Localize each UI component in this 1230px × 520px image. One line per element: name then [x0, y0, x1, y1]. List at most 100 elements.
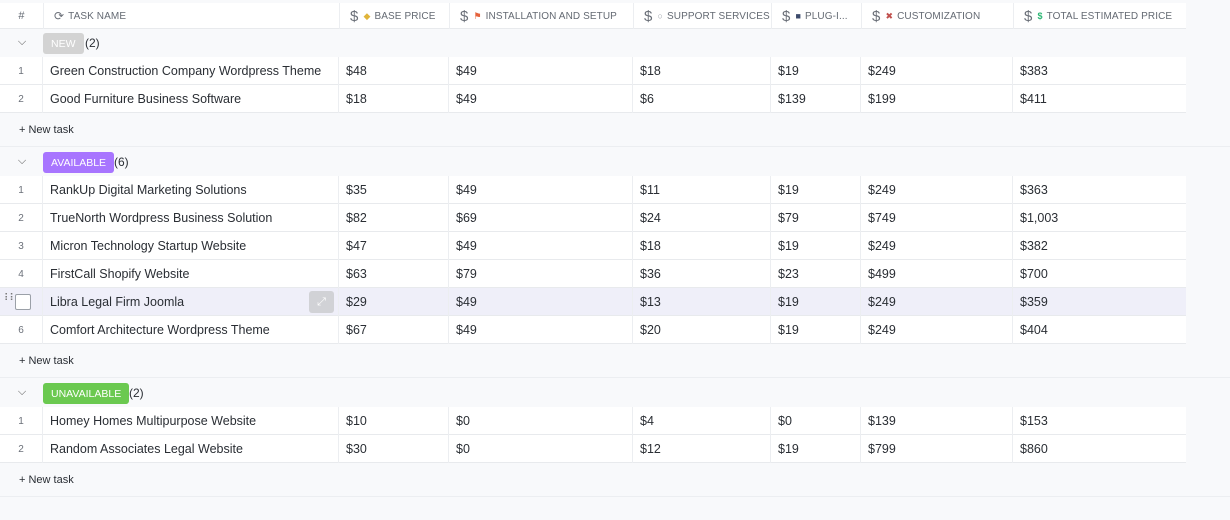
- column-header-plugin[interactable]: $ ■ PLUG-I...: [771, 3, 861, 29]
- base-price-cell[interactable]: $48: [339, 57, 449, 85]
- expand-icon[interactable]: ⤢: [309, 291, 334, 313]
- support-cell[interactable]: $20: [633, 316, 771, 344]
- currency-icon: $: [644, 7, 653, 25]
- column-header-task-name[interactable]: ⟳ TASK NAME: [43, 3, 339, 29]
- customization-cell[interactable]: $249: [861, 288, 1013, 316]
- customization-cell[interactable]: $199: [861, 85, 1013, 113]
- plugin-cell[interactable]: $0: [771, 407, 861, 435]
- task-name[interactable]: RankUp Digital Marketing Solutions: [43, 176, 339, 204]
- installation-cell[interactable]: $0: [449, 407, 633, 435]
- table-row[interactable]: 1 Homey Homes Multipurpose Website $10 $…: [0, 407, 1186, 435]
- row-number: 1: [0, 407, 43, 435]
- installation-cell[interactable]: $49: [449, 57, 633, 85]
- task-name[interactable]: Random Associates Legal Website: [43, 435, 339, 463]
- installation-cell[interactable]: $69: [449, 204, 633, 232]
- table-row[interactable]: 1 RankUp Digital Marketing Solutions $35…: [0, 176, 1186, 204]
- customization-cell[interactable]: $749: [861, 204, 1013, 232]
- table-row-hovered[interactable]: ⠇⠇ Libra Legal Firm Joomla ⤢ $29 $49 $13…: [0, 288, 1186, 316]
- customization-cell[interactable]: $799: [861, 435, 1013, 463]
- support-cell[interactable]: $12: [633, 435, 771, 463]
- installation-cell[interactable]: $49: [449, 288, 633, 316]
- task-name[interactable]: FirstCall Shopify Website: [43, 260, 339, 288]
- support-cell[interactable]: $36: [633, 260, 771, 288]
- new-task-button[interactable]: + New task: [0, 344, 1230, 378]
- installation-cell[interactable]: $49: [449, 232, 633, 260]
- new-task-button[interactable]: + New task: [0, 463, 1230, 497]
- plugin-cell[interactable]: $19: [771, 288, 861, 316]
- column-header-support[interactable]: $ ○ SUPPORT SERVICES: [633, 3, 771, 29]
- installation-cell[interactable]: $49: [449, 176, 633, 204]
- row-number: ⠇⠇: [0, 288, 43, 316]
- customization-cell[interactable]: $139: [861, 407, 1013, 435]
- support-cell[interactable]: $13: [633, 288, 771, 316]
- plugin-cell[interactable]: $19: [771, 57, 861, 85]
- column-header-installation[interactable]: $ ⚑ INSTALLATION AND SETUP: [449, 3, 633, 29]
- table-row[interactable]: 6 Comfort Architecture Wordpress Theme $…: [0, 316, 1186, 344]
- base-price-cell[interactable]: $35: [339, 176, 449, 204]
- plugin-cell[interactable]: $19: [771, 232, 861, 260]
- base-price-cell[interactable]: $82: [339, 204, 449, 232]
- chevron-down-icon[interactable]: ⌵: [14, 153, 30, 169]
- plugin-cell[interactable]: $19: [771, 435, 861, 463]
- total-cell: $700: [1020, 267, 1048, 281]
- total-cell: $404: [1020, 323, 1048, 337]
- base-price-cell[interactable]: $29: [339, 288, 449, 316]
- support-cell[interactable]: $18: [633, 57, 771, 85]
- support-cell[interactable]: $24: [633, 204, 771, 232]
- customization-cell[interactable]: $249: [861, 316, 1013, 344]
- row-number: 2: [0, 204, 43, 232]
- column-header-customization[interactable]: $ ✖ CUSTOMIZATION: [861, 3, 1013, 29]
- chevron-down-icon[interactable]: ⌵: [14, 384, 30, 400]
- installation-cell[interactable]: $49: [449, 85, 633, 113]
- tag-icon: ◆: [363, 10, 371, 21]
- task-name[interactable]: Good Furniture Business Software: [43, 85, 339, 113]
- table-row[interactable]: 2 Random Associates Legal Website $30 $0…: [0, 435, 1186, 463]
- customization-cell[interactable]: $249: [861, 176, 1013, 204]
- column-header-base-price[interactable]: $ ◆ BASE PRICE: [339, 3, 449, 29]
- plugin-cell[interactable]: $23: [771, 260, 861, 288]
- installation-cell[interactable]: $0: [449, 435, 633, 463]
- table-row[interactable]: 4 FirstCall Shopify Website $63 $79 $36 …: [0, 260, 1186, 288]
- plugin-cell[interactable]: $19: [771, 316, 861, 344]
- base-price-cell[interactable]: $10: [339, 407, 449, 435]
- task-name[interactable]: Libra Legal Firm Joomla: [43, 288, 339, 316]
- base-price-cell[interactable]: $47: [339, 232, 449, 260]
- plugin-cell[interactable]: $79: [771, 204, 861, 232]
- group-header-available: ⌵ AVAILABLE (6): [0, 148, 1186, 176]
- customization-cell[interactable]: $249: [861, 232, 1013, 260]
- installation-cell[interactable]: $49: [449, 316, 633, 344]
- status-badge-unavailable[interactable]: UNAVAILABLE: [43, 383, 130, 404]
- task-name[interactable]: Homey Homes Multipurpose Website: [43, 407, 339, 435]
- row-checkbox[interactable]: [15, 294, 31, 310]
- task-name[interactable]: Comfort Architecture Wordpress Theme: [43, 316, 339, 344]
- plugin-cell[interactable]: $139: [771, 85, 861, 113]
- installation-cell[interactable]: $79: [449, 260, 633, 288]
- support-cell[interactable]: $18: [633, 232, 771, 260]
- column-header-total[interactable]: $ $ TOTAL ESTIMATED PRICE: [1013, 3, 1186, 29]
- row-number: 2: [0, 435, 43, 463]
- base-price-cell[interactable]: $18: [339, 85, 449, 113]
- currency-icon: $: [460, 7, 469, 25]
- base-price-cell[interactable]: $63: [339, 260, 449, 288]
- table-row[interactable]: 2 TrueNorth Wordpress Business Solution …: [0, 204, 1186, 232]
- table-row[interactable]: 3 Micron Technology Startup Website $47 …: [0, 232, 1186, 260]
- support-cell[interactable]: $4: [633, 407, 771, 435]
- table-row[interactable]: 1 Green Construction Company Wordpress T…: [0, 57, 1186, 85]
- currency-icon: $: [350, 7, 359, 25]
- base-price-cell[interactable]: $30: [339, 435, 449, 463]
- table-row[interactable]: 2 Good Furniture Business Software $18 $…: [0, 85, 1186, 113]
- status-badge-available[interactable]: AVAILABLE: [43, 152, 115, 173]
- customization-cell[interactable]: $249: [861, 57, 1013, 85]
- chevron-down-icon[interactable]: ⌵: [14, 34, 30, 50]
- support-cell[interactable]: $11: [633, 176, 771, 204]
- task-name[interactable]: TrueNorth Wordpress Business Solution: [43, 204, 339, 232]
- new-task-button[interactable]: + New task: [0, 113, 1230, 147]
- status-badge-new[interactable]: NEW: [43, 33, 84, 54]
- support-cell[interactable]: $6: [633, 85, 771, 113]
- customization-cell[interactable]: $499: [861, 260, 1013, 288]
- task-name[interactable]: Micron Technology Startup Website: [43, 232, 339, 260]
- drag-handle-icon[interactable]: ⠇⠇: [4, 294, 17, 304]
- plugin-cell[interactable]: $19: [771, 176, 861, 204]
- task-name[interactable]: Green Construction Company Wordpress The…: [43, 57, 339, 85]
- base-price-cell[interactable]: $67: [339, 316, 449, 344]
